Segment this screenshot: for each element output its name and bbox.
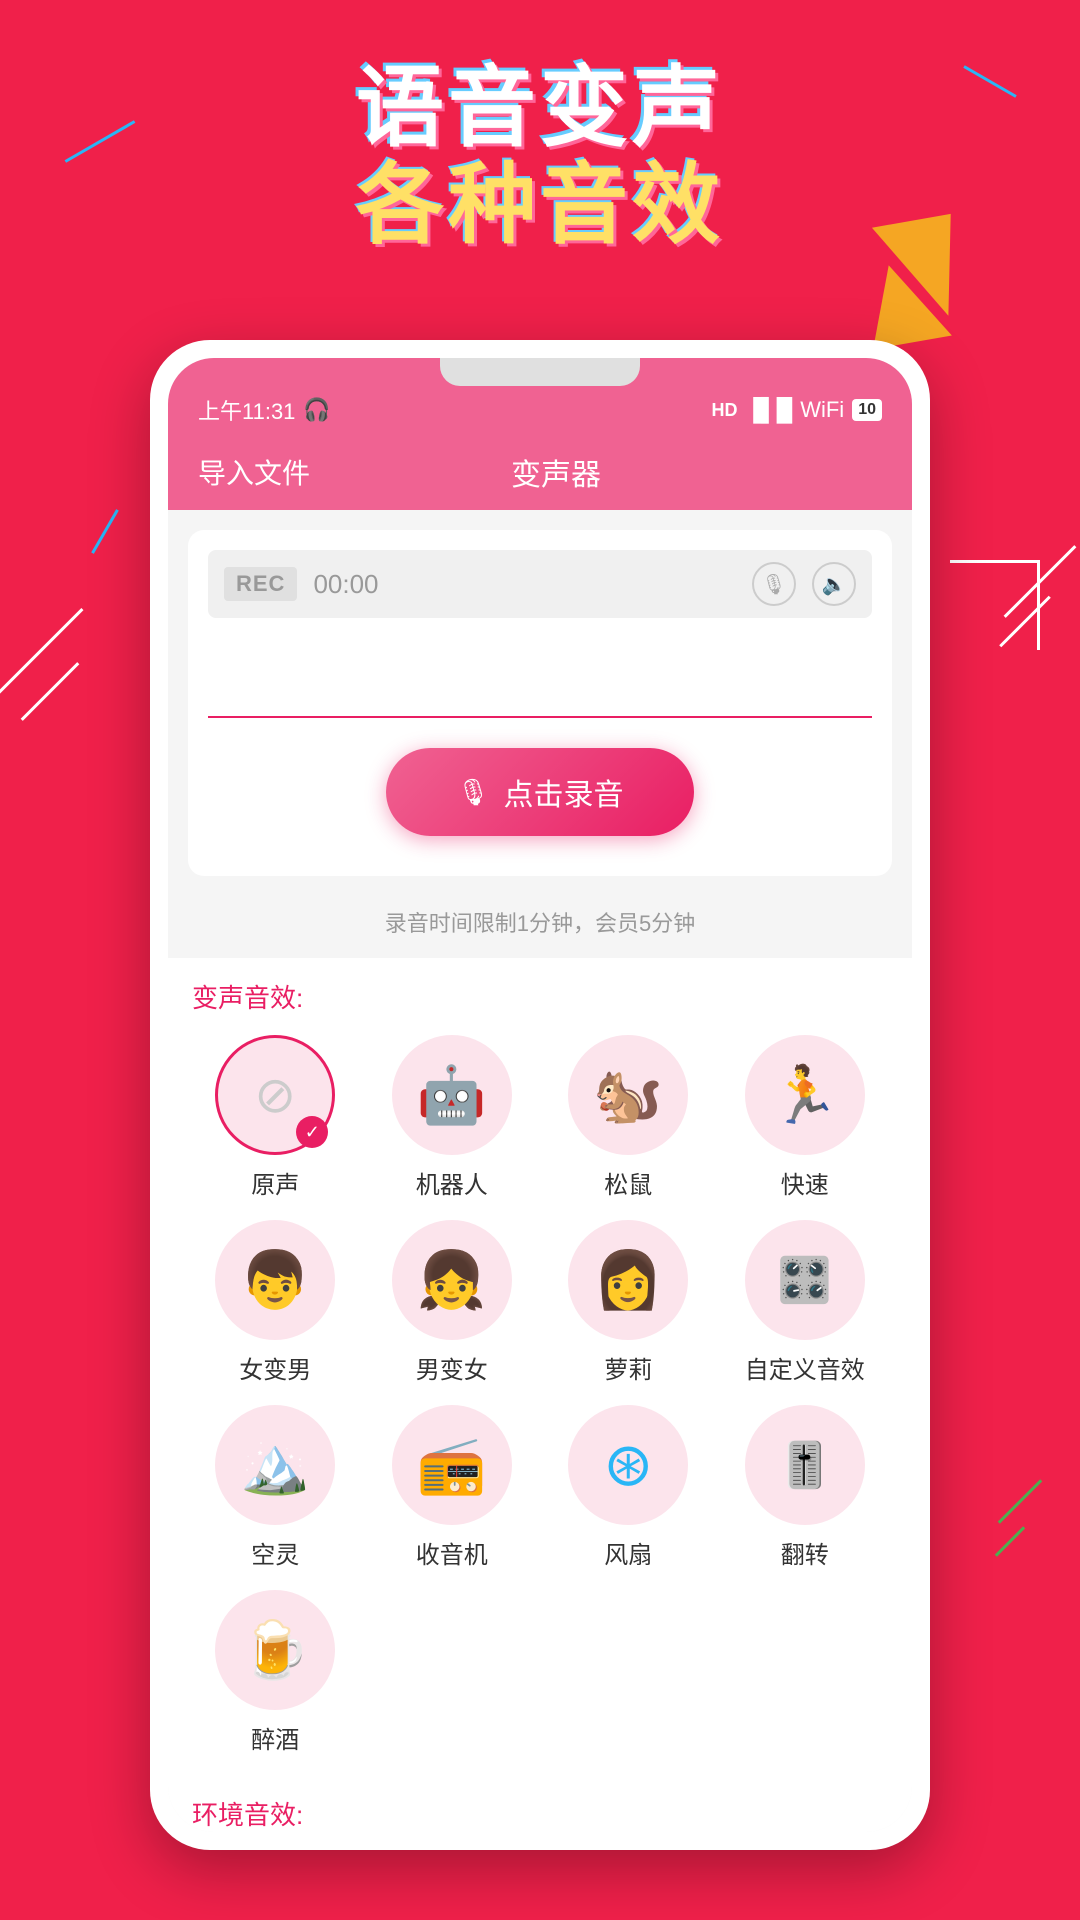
app-header: 导入文件 变声器 [168,434,912,510]
phone-screen: 上午11:31 🎧 HD ▐▌█ WiFi 10 导入文件 变声器 [168,358,912,1832]
effect-flip[interactable]: 🎚️ 翻转 [722,1405,889,1570]
record-button[interactable]: 🎙 点击录音 [386,748,693,836]
battery-indicator: 10 [852,399,882,421]
signal-icon: ▐▌█ [745,397,792,423]
effects-section: 变声音效: ⊘ ✓ 原声 🤖 [168,958,912,1785]
app-title: 变声器 [511,450,601,494]
rec-icons: 🎙 🔈 [752,562,856,606]
effect-label-squirrel: 松鼠 [604,1165,652,1200]
effect-drunk[interactable]: 🍺 醉酒 [192,1590,359,1755]
waveform-line [208,716,872,718]
effect-label-molly: 萝莉 [604,1350,652,1385]
hd-label: HD [711,400,737,421]
effect-label-fast: 快速 [781,1165,829,1200]
effect-original[interactable]: ⊘ ✓ 原声 [192,1035,359,1200]
effect-circle-squirrel: 🐿️ [568,1035,688,1155]
effect-label-flip: 翻转 [781,1535,829,1570]
speaker-icon[interactable]: 🔈 [812,562,856,606]
headphone-icon: 🎧 [303,397,330,423]
rec-timer: 00:00 [313,569,736,600]
title-line2: 各种音效 [0,157,1080,254]
env-section-label: 环境音效: [168,1785,912,1832]
effect-label-robot: 机器人 [416,1165,488,1200]
effect-f2m[interactable]: 👦 女变男 [192,1220,359,1385]
check-badge-original: ✓ [296,1116,328,1148]
title-line1: 语音变声 [0,60,1080,157]
effect-circle-fan: ⊛ [568,1405,688,1525]
effect-label-m2f: 男变女 [416,1350,488,1385]
effect-circle-original: ⊘ ✓ [215,1035,335,1155]
wifi-icon: WiFi [800,397,844,423]
effect-circle-custom: 🎛️ [745,1220,865,1340]
effect-circle-fast: 🏃 [745,1035,865,1155]
effect-ethereal[interactable]: 🏔️ 空灵 [192,1405,359,1570]
import-file-button[interactable]: 导入文件 [198,452,310,492]
rec-badge: REC [224,567,297,601]
effect-label-original: 原声 [251,1165,299,1200]
effect-circle-flip: 🎚️ [745,1405,865,1525]
title-area: 语音变声 各种音效 [0,60,1080,254]
effect-label-radio: 收音机 [416,1535,488,1570]
effect-custom[interactable]: 🎛️ 自定义音效 [722,1220,889,1385]
effect-circle-robot: 🤖 [392,1035,512,1155]
effect-circle-drunk: 🍺 [215,1590,335,1710]
effect-circle-molly: 👩 [568,1220,688,1340]
record-mic-icon: 🎙 [456,777,489,808]
effect-molly[interactable]: 👩 萝莉 [545,1220,712,1385]
effects-section-label: 变声音效: [192,978,888,1015]
effect-label-ethereal: 空灵 [251,1535,299,1570]
effect-label-custom: 自定义音效 [745,1350,865,1385]
effect-label-drunk: 醉酒 [251,1720,299,1755]
status-time: 上午11:31 [198,394,295,426]
record-btn-container: 🎙 点击录音 [208,728,872,856]
waveform-area [208,638,872,718]
effect-circle-f2m: 👦 [215,1220,335,1340]
effect-label-f2m: 女变男 [239,1350,311,1385]
effect-circle-m2f: 👧 [392,1220,512,1340]
effect-circle-ethereal: 🏔️ [215,1405,335,1525]
effect-m2f[interactable]: 👧 男变女 [369,1220,536,1385]
rec-bar: REC 00:00 🎙 🔈 [208,550,872,618]
effect-robot[interactable]: 🤖 机器人 [369,1035,536,1200]
status-left: 上午11:31 🎧 [198,394,331,426]
phone-notch [440,358,640,386]
effect-radio[interactable]: 📻 收音机 [369,1405,536,1570]
record-button-label: 点击录音 [504,770,624,814]
effect-squirrel[interactable]: 🐿️ 松鼠 [545,1035,712,1200]
status-right: HD ▐▌█ WiFi 10 [711,397,882,423]
phone-frame: 上午11:31 🎧 HD ▐▌█ WiFi 10 导入文件 变声器 [150,340,930,1850]
effect-label-fan: 风扇 [604,1535,652,1570]
effect-fast[interactable]: 🏃 快速 [722,1035,889,1200]
recording-area: REC 00:00 🎙 🔈 [188,530,892,876]
mic-icon[interactable]: 🎙 [752,562,796,606]
phone-mockup: 上午11:31 🎧 HD ▐▌█ WiFi 10 导入文件 变声器 [150,340,930,1850]
effect-fan[interactable]: ⊛ 风扇 [545,1405,712,1570]
effect-circle-radio: 📻 [392,1405,512,1525]
recording-hint: 录音时间限制1分钟，会员5分钟 [168,896,912,958]
effects-grid: ⊘ ✓ 原声 🤖 机器人 [192,1035,888,1755]
